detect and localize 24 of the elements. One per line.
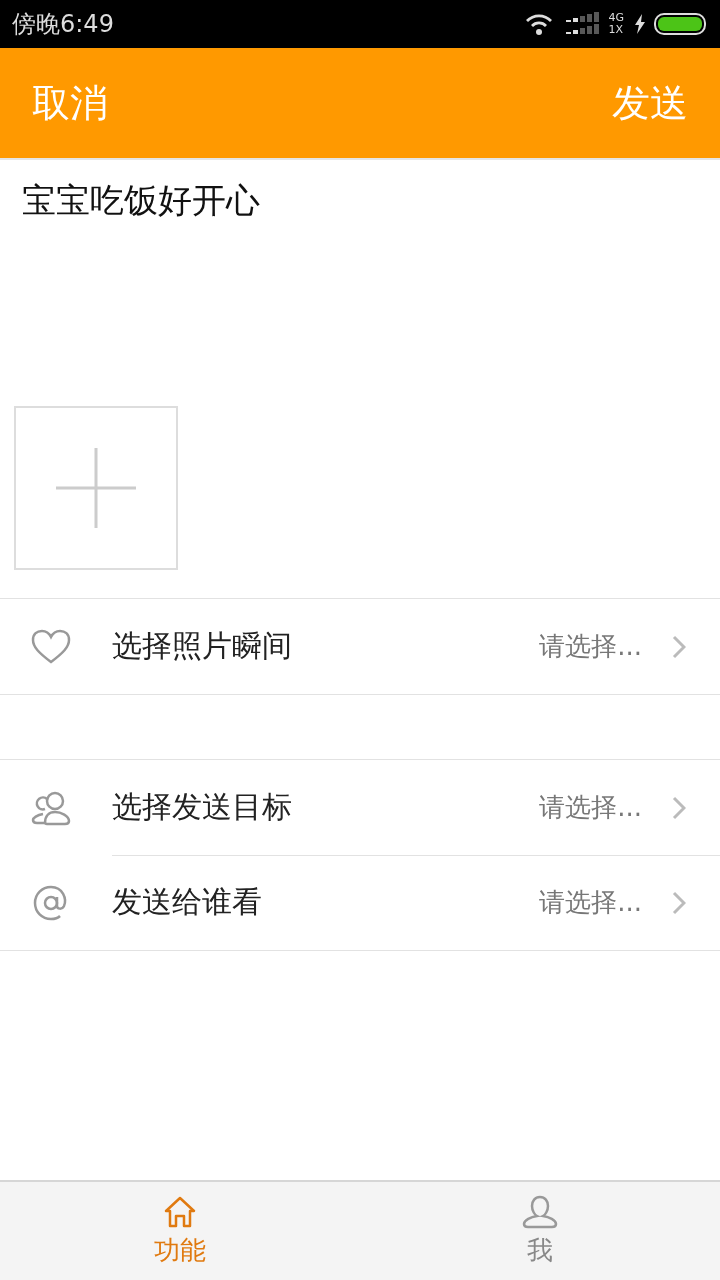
group-icon [31, 789, 71, 826]
chevron-icon [672, 634, 686, 659]
chevron-icon [672, 890, 686, 915]
option-row[interactable]: 选择发送目标 请选择... [0, 760, 720, 855]
network-label: 4G [608, 12, 624, 24]
plus-icon [56, 448, 136, 528]
chevron-icon [672, 795, 686, 820]
wifi-icon [524, 13, 555, 35]
heart-icon [31, 628, 71, 665]
option-row[interactable]: 发送给谁看 请选择... [0, 855, 720, 950]
option-label: 选择照片瞬间 [112, 627, 293, 665]
option-row[interactable]: 选择照片瞬间 请选择... [0, 599, 720, 694]
option-value: 请选择... [539, 630, 642, 663]
option-value: 请选择... [539, 886, 642, 919]
option-label: 选择发送目标 [112, 788, 293, 826]
option-label: 发送给谁看 [112, 883, 263, 921]
add-photo-button[interactable] [14, 406, 178, 570]
charging-icon [634, 14, 646, 34]
home-icon [162, 1194, 198, 1229]
status-time: 傍晚6:49 [12, 9, 114, 40]
option-value: 请选择... [539, 791, 642, 824]
user-icon [522, 1194, 558, 1229]
battery-icon [654, 12, 708, 36]
network-label: 1X [608, 24, 624, 36]
